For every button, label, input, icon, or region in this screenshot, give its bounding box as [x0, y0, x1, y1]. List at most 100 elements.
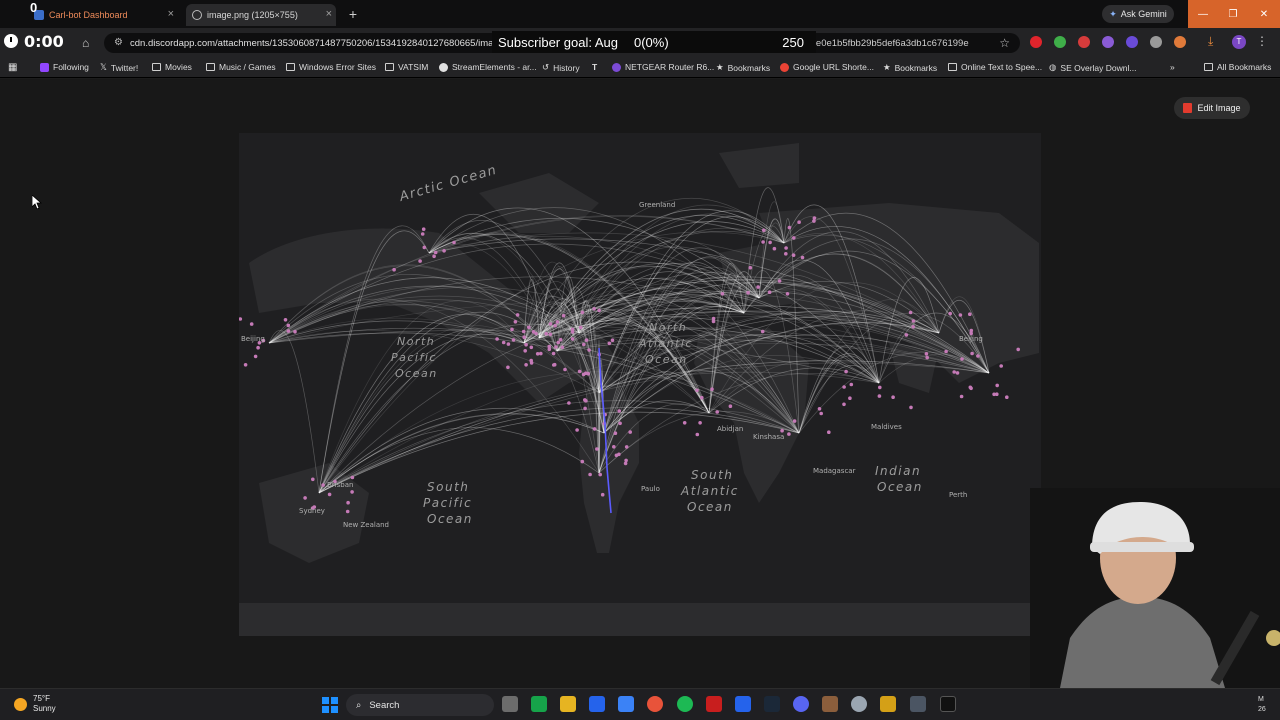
app-photos-icon[interactable] [618, 696, 634, 712]
airport-dot [761, 228, 766, 233]
bookmarks-bar: ▦ Following 𝕏 Twitter! Movies Music / Gam… [0, 56, 1280, 78]
globe-favicon-icon [192, 10, 202, 20]
airport-dot [624, 445, 629, 449]
bookmark-star-icon[interactable]: ☆ [999, 36, 1010, 50]
app-brown-icon[interactable] [822, 696, 838, 712]
google-icon [780, 62, 789, 72]
weather-condition: Sunny [33, 704, 56, 713]
mouse-cursor-icon [32, 195, 42, 209]
folder-icon [206, 63, 215, 71]
airport-dot [767, 290, 772, 294]
airport-dot [350, 475, 355, 480]
airport-dot [960, 357, 964, 361]
airport-dot [513, 320, 518, 324]
airport-dot [552, 363, 556, 367]
bookmark-music-games[interactable]: Music / Games [206, 62, 276, 72]
windows-start-icon[interactable] [322, 697, 338, 713]
airport-dot [756, 285, 760, 289]
airport-dot [535, 352, 540, 356]
airport-dot [422, 245, 427, 250]
pdf-icon [1183, 103, 1193, 113]
app-blue-icon[interactable] [589, 696, 605, 712]
airport-dot [909, 405, 913, 410]
apps-grid-icon[interactable]: ▦ [8, 62, 17, 73]
star-icon: ★ [883, 62, 891, 72]
weather-temperature: 75°F [33, 694, 50, 703]
home-icon[interactable]: ⌂ [82, 36, 89, 50]
airport-dot [995, 392, 999, 397]
spotify-icon[interactable] [677, 696, 693, 712]
extension-puzzle-icon[interactable] [1102, 36, 1114, 48]
maximize-button[interactable]: ❐ [1218, 0, 1248, 28]
weather-widget[interactable]: 75°F Sunny [14, 694, 56, 714]
app-dark-icon[interactable] [910, 696, 926, 712]
file-explorer-icon[interactable] [560, 696, 576, 712]
download-icon[interactable]: ⤓ [1208, 34, 1213, 49]
site-info-icon[interactable]: ⚙ [114, 37, 123, 48]
airport-dot [584, 399, 588, 403]
tab-carlbot[interactable]: Carl-bot Dashboard × [28, 4, 178, 26]
bookmark-text-to-speech[interactable]: Online Text to Spee... [948, 62, 1042, 72]
airport-dot [544, 331, 548, 336]
discord-icon[interactable] [793, 696, 809, 712]
edit-image-button[interactable]: Edit Image [1174, 97, 1250, 119]
new-tab-button[interactable]: + [344, 6, 362, 22]
ask-gemini-button[interactable]: ✦ Ask Gemini [1102, 5, 1174, 23]
history-icon: ↺ [542, 62, 550, 72]
close-tab-icon[interactable]: × [326, 8, 332, 20]
bookmark-windows-error[interactable]: Windows Error Sites [286, 62, 376, 72]
airport-dot [580, 310, 585, 315]
extension-block-icon[interactable] [1078, 36, 1090, 48]
steam-icon[interactable] [764, 696, 780, 712]
bookmark-streamelements[interactable]: StreamElements - ar... [439, 62, 537, 72]
airport-dot [555, 320, 560, 324]
extension-purple-icon[interactable] [1126, 36, 1138, 48]
app-word-icon[interactable] [735, 696, 751, 712]
app-yellow-icon[interactable] [880, 696, 896, 712]
airport-dot [524, 363, 528, 367]
airport-dot [522, 335, 526, 339]
profile-avatar[interactable]: T [1232, 35, 1246, 49]
extension-red-icon[interactable] [1030, 36, 1042, 48]
bookmark-movies[interactable]: Movies [152, 62, 192, 72]
bookmark-twitter[interactable]: 𝕏 Twitter! [100, 62, 138, 73]
extension-shield-icon[interactable] [1054, 36, 1066, 48]
bookmark-history[interactable]: ↺ History [542, 62, 580, 73]
bookmark-netgear[interactable]: NETGEAR Router R6... [612, 62, 714, 72]
app-grey-icon[interactable] [851, 696, 867, 712]
extension-grey-icon[interactable] [1150, 36, 1162, 48]
twitch-icon [40, 62, 49, 72]
app-green-icon[interactable] [531, 696, 547, 712]
bookmark-following[interactable]: Following [40, 62, 89, 72]
bookmark-bookmarks[interactable]: ★ Bookmarks [716, 62, 770, 73]
label-south-atlantic-1: South [691, 468, 733, 482]
taskbar-search[interactable]: ⌕ Search [346, 694, 494, 716]
system-clock[interactable]: M 26 [1258, 695, 1266, 715]
bookmark-bookmarks-2[interactable]: ★ Bookmarks [883, 62, 937, 73]
label-indian-1: Indian [875, 464, 921, 478]
close-window-button[interactable]: ✕ [1248, 0, 1280, 28]
tab-strip: Carl-bot Dashboard × image.png (1205×755… [0, 0, 1280, 28]
bookmark-all[interactable]: All Bookmarks [1204, 62, 1271, 72]
extensions-menu-icon[interactable] [1174, 36, 1186, 48]
app-red-icon[interactable] [706, 696, 722, 712]
minimize-button[interactable]: — [1188, 0, 1218, 28]
task-view-icon[interactable] [502, 696, 518, 712]
more-menu-icon[interactable]: ⋮ [1256, 34, 1268, 48]
bookmark-logo[interactable]: T [592, 62, 597, 72]
airport-dot [311, 477, 315, 482]
close-tab-icon[interactable]: × [168, 8, 174, 20]
bookmarks-overflow-icon[interactable]: » [1170, 62, 1175, 72]
bookmark-label: Music / Games [219, 62, 276, 72]
bookmark-se-overlay[interactable]: ◍ SE Overlay Downl... [1049, 62, 1136, 73]
obs-icon[interactable] [940, 696, 956, 712]
folder-icon [385, 63, 394, 71]
bookmark-vatsim[interactable]: VATSIM [385, 62, 428, 72]
bookmark-google-url[interactable]: Google URL Shorte... [780, 62, 874, 72]
airport-dot [510, 327, 514, 332]
weather-text: 75°F Sunny [33, 694, 56, 714]
label-perth: Perth [949, 491, 967, 499]
chrome-icon[interactable] [647, 696, 663, 712]
airport-dot [710, 387, 714, 391]
tab-image[interactable]: image.png (1205×755) × [186, 4, 336, 26]
